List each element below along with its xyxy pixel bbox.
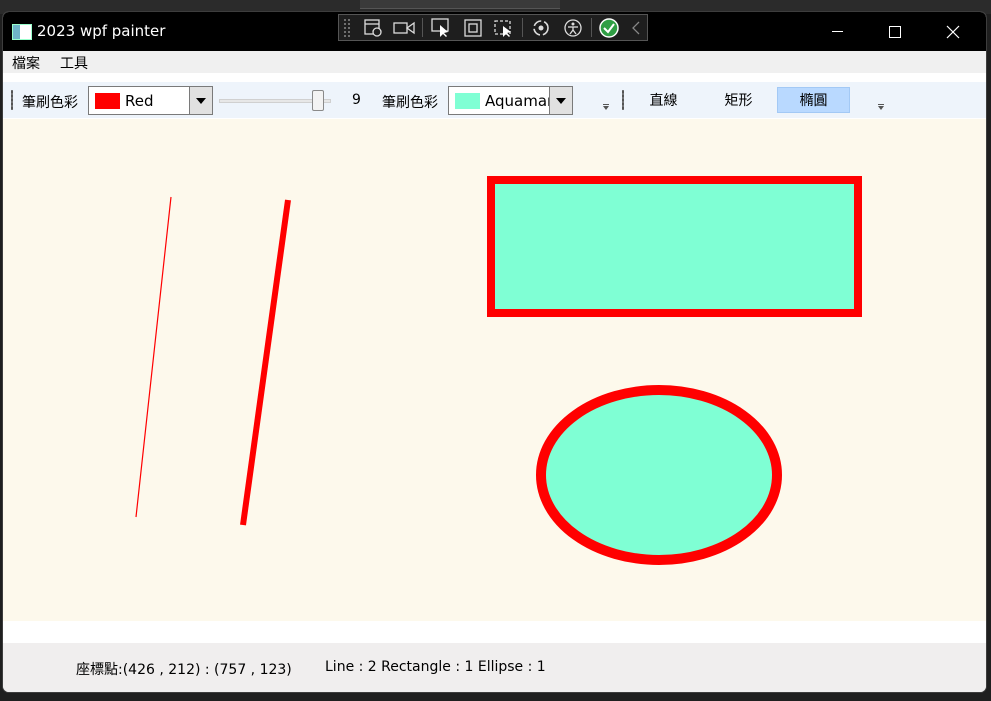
- video-icon: [393, 21, 416, 34]
- shape-ellipse-button[interactable]: 橢圓: [777, 87, 850, 113]
- maximize-button[interactable]: [866, 12, 924, 51]
- toolbar-grip[interactable]: [11, 90, 13, 110]
- overflow-arrow-icon: [603, 106, 609, 110]
- debug-separator: [522, 18, 524, 37]
- minimize-icon: [831, 31, 843, 32]
- toolbar-overflow-button-2[interactable]: [876, 104, 886, 114]
- fill-color-label: 筆刷色彩: [382, 95, 438, 111]
- canvas-drawing: [135, 176, 862, 565]
- brush-color-combo[interactable]: Red: [88, 86, 213, 115]
- app-icon: [12, 24, 32, 40]
- select-element-icon: [364, 18, 382, 37]
- brush-color-swatch: [95, 93, 120, 109]
- canvas-bottom-gap: [3, 621, 986, 643]
- accessibility-icon: [564, 18, 582, 37]
- chevron-down-icon: [556, 97, 566, 104]
- hot-reload-button[interactable]: [525, 15, 557, 40]
- menu-tools[interactable]: 工具: [60, 53, 88, 73]
- status-bar: 座標點:(426 , 212) : (757 , 123) Line : 2 R…: [3, 643, 986, 692]
- fill-color-dropdown-button[interactable]: [549, 87, 572, 114]
- check-icon: [599, 17, 620, 38]
- track-focus-button[interactable]: [489, 15, 521, 40]
- toolbar: 筆刷色彩 Red 9 筆刷色彩 Aquamar 直線 矩形 橢圓: [3, 82, 986, 118]
- debug-separator: [590, 18, 592, 37]
- drawn-line[interactable]: [240, 199, 291, 526]
- binding-check-button[interactable]: [594, 15, 626, 40]
- display-layout-icon: [464, 18, 482, 37]
- select-element-button[interactable]: [357, 15, 389, 40]
- fill-color-swatch: [455, 93, 480, 109]
- collapse-icon: [632, 21, 640, 34]
- pointer-select-icon: [431, 17, 449, 37]
- video-record-button[interactable]: [389, 15, 421, 40]
- menu-file[interactable]: 檔案: [12, 53, 40, 73]
- chevron-down-icon: [196, 97, 206, 104]
- thickness-value: 9: [352, 92, 361, 108]
- app-window: 2023 wpf painter 檔案 工具 筆刷色彩 Red 9 筆刷色彩 A…: [3, 12, 986, 692]
- fill-color-combo[interactable]: Aquamar: [448, 86, 573, 115]
- brush-color-label: 筆刷色彩: [22, 95, 78, 111]
- status-coordinates: 座標點:(426 , 212) : (757 , 123): [76, 662, 292, 678]
- menu-bar: 檔案 工具: [3, 51, 986, 73]
- shape-line-button[interactable]: 直線: [627, 87, 700, 113]
- thickness-slider-thumb[interactable]: [311, 90, 324, 111]
- background-ide-tab: [360, 0, 560, 9]
- close-icon: [946, 25, 960, 38]
- drawn-line[interactable]: [135, 196, 172, 518]
- pointer-select-button[interactable]: [425, 15, 457, 40]
- drawn-ellipse[interactable]: [536, 385, 782, 565]
- toolbar-overflow-button[interactable]: [601, 104, 611, 114]
- toolbar-separator[interactable]: [622, 90, 624, 110]
- close-button[interactable]: [924, 12, 982, 51]
- minimize-button[interactable]: [808, 12, 866, 51]
- drawing-canvas[interactable]: [3, 119, 986, 621]
- drawn-rectangle[interactable]: [487, 176, 862, 317]
- hot-reload-icon: [533, 19, 549, 36]
- fill-color-value: Aquamar: [485, 92, 550, 110]
- brush-color-dropdown-button[interactable]: [189, 87, 212, 114]
- status-shape-counts: Line : 2 Rectangle : 1 Ellipse : 1: [325, 659, 546, 675]
- brush-color-value: Red: [125, 92, 154, 110]
- debug-separator: [422, 18, 424, 37]
- accessibility-button[interactable]: [557, 15, 589, 40]
- maximize-icon: [889, 25, 901, 38]
- xaml-debug-toolbar: [338, 14, 648, 41]
- window-title: 2023 wpf painter: [37, 22, 166, 40]
- collapse-debug-toolbar-button[interactable]: [625, 15, 647, 40]
- overflow-arrow-icon: [878, 106, 884, 110]
- display-layout-button[interactable]: [457, 15, 489, 40]
- shape-rectangle-button[interactable]: 矩形: [702, 87, 775, 113]
- debug-toolbar-grip[interactable]: [343, 18, 351, 37]
- track-focus-icon: [494, 19, 512, 37]
